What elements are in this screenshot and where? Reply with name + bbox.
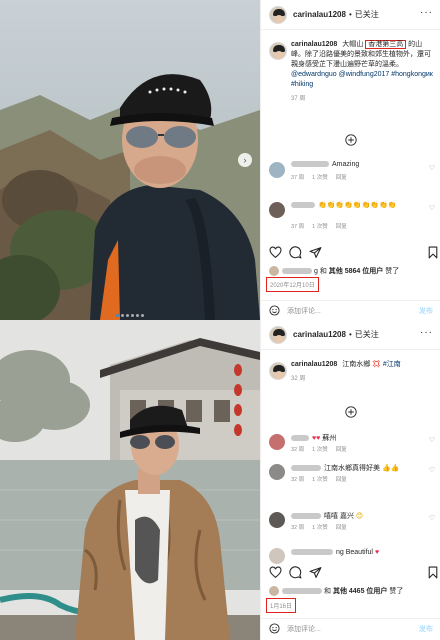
caption-text: 江南水鄉 [342, 361, 371, 368]
caption-mentions[interactable]: @edwardnguo @windfung2017 [291, 71, 389, 78]
caption-time: 32 周 [291, 376, 306, 382]
separator-dot: • [348, 10, 352, 19]
comment-meta: 32 周1 次赞 回复 [291, 477, 347, 483]
post-1-caption: carinalau1208 大帽山 香港第三高 的山峰。除了沿路優美的景致和郊生… [269, 40, 435, 104]
commenter-avatar[interactable] [269, 548, 285, 564]
carousel-dots [0, 314, 260, 317]
comment-text: 嘻嘻 嘉兴 😊 [291, 511, 363, 521]
commenter-avatar[interactable] [269, 434, 285, 450]
commenter-avatar[interactable] [269, 202, 285, 218]
like-comment-icon[interactable]: ♡ [429, 514, 435, 522]
add-comment-bar: 添加评论... 发布 [261, 618, 440, 638]
mountain-selfie-image [0, 0, 260, 320]
avatar[interactable] [269, 5, 287, 24]
comment-text: ♥♥ 蘇州 [291, 433, 336, 443]
caption-time: 37 周 [291, 96, 306, 102]
comment-meta: 37 周1 次赞 回复 [291, 224, 347, 230]
post-1-actions [269, 246, 440, 262]
comment-input[interactable]: 添加评论... [287, 624, 321, 634]
post-2: carinalau1208 • 已关注 ··· carinalau1208 江南… [0, 320, 440, 640]
more-options-icon[interactable]: ··· [420, 8, 433, 18]
post-1-header: carinalau1208 • 已关注 ··· [261, 0, 440, 30]
bookmark-icon[interactable] [427, 566, 439, 579]
next-image-button[interactable]: › [238, 153, 252, 167]
caption-avatar[interactable] [269, 42, 287, 60]
username[interactable]: carinalau1208 [293, 10, 346, 19]
comment-text: ng Beautiful ♥ [291, 549, 379, 556]
post-1-photo[interactable]: › [0, 0, 260, 320]
like-comment-icon[interactable]: ♡ [429, 164, 435, 172]
liker-avatar [269, 586, 279, 597]
comment-meta: 37 周1 次赞 回复 [291, 175, 347, 181]
post-2-sidebar: carinalau1208 • 已关注 ··· carinalau1208 江南… [260, 320, 440, 640]
caption-username[interactable]: carinalau1208 [291, 41, 337, 48]
like-comment-icon[interactable]: ♡ [429, 436, 435, 444]
commenter-avatar[interactable] [269, 512, 285, 528]
bookmark-icon[interactable] [427, 246, 439, 259]
comment-text: 江南水鄉真得好美 👍👍 [291, 463, 399, 473]
likes-count[interactable]: 和 其他 4465 位用户 赞了 [269, 586, 403, 597]
emoji-icon[interactable] [269, 623, 280, 634]
caption-username[interactable]: carinalau1208 [291, 361, 337, 368]
load-more-comments-icon[interactable] [345, 406, 357, 418]
likes-count[interactable]: g 和 其他 5864 位用户 赞了 [269, 266, 399, 277]
comment-icon[interactable] [289, 246, 302, 259]
comment-row: ♥♥ 蘇州 32 周1 次赞 回复 ♡ [269, 432, 440, 456]
post-comment-button[interactable]: 发布 [419, 306, 433, 316]
more-options-icon[interactable]: ··· [420, 328, 433, 338]
comment-meta: 32 周1 次赞 回复 [291, 447, 347, 453]
post-date: 1月16日 [266, 598, 297, 613]
comment-row: 嘻嘻 嘉兴 😊 32 周1 次赞 回复 ♡ [269, 510, 440, 534]
post-2-actions [269, 566, 440, 582]
comment-input[interactable]: 添加评论... [287, 306, 321, 316]
load-more-comments-icon[interactable] [345, 134, 357, 146]
add-comment-bar: 添加评论... 发布 [261, 300, 440, 320]
share-icon[interactable] [309, 566, 322, 579]
comment-row: 江南水鄉真得好美 👍👍 32 周1 次赞 回复 ♡ [269, 462, 440, 486]
caption-avatar[interactable] [269, 362, 287, 380]
caption-highlight: 香港第三高 [365, 40, 407, 49]
comment-text: 👏👏👏👏👏👏👏👏👏 [291, 201, 396, 209]
commenter-avatar[interactable] [269, 162, 285, 178]
post-date: 2020年12月10日 [266, 277, 319, 292]
post-1-sidebar: carinalau1208 • 已关注 ··· carinalau1208 大帽… [260, 0, 440, 320]
comment-row: 👏👏👏👏👏👏👏👏👏 37 周1 次赞 回复 ♡ [269, 200, 440, 230]
post-2-photo[interactable] [0, 320, 260, 640]
commenter-avatar[interactable] [269, 464, 285, 480]
post-comment-button[interactable]: 发布 [419, 624, 433, 634]
avatar[interactable] [269, 325, 287, 344]
comment-row: Amazing 37 周1 次赞 回复 ♡ [269, 160, 440, 184]
caption-text-a: 大帽山 [342, 41, 364, 48]
like-comment-icon[interactable]: ♡ [429, 466, 435, 474]
following-label[interactable]: 已关注 [355, 329, 379, 340]
water-town-portrait-image [0, 320, 260, 640]
heart-icon[interactable] [269, 566, 282, 579]
comment-meta: 32 周1 次赞 回复 [291, 525, 347, 531]
username[interactable]: carinalau1208 [293, 330, 346, 339]
share-icon[interactable] [309, 246, 322, 259]
liker-avatar [269, 266, 279, 277]
post-2-caption: carinalau1208 江南水鄉 💢 #江南 32 周 [269, 360, 435, 384]
emoji-icon[interactable] [269, 305, 280, 316]
separator-dot: • [348, 330, 352, 339]
following-label[interactable]: 已关注 [355, 9, 379, 20]
comment-text: Amazing [291, 161, 359, 168]
post-2-header: carinalau1208 • 已关注 ··· [261, 320, 440, 350]
caption-hashtags[interactable]: #江南 [383, 361, 401, 368]
post-1: › carinalau1208 • 已关注 ··· carinalau1208 … [0, 0, 440, 320]
heart-icon[interactable] [269, 246, 282, 259]
caption-emoji: 💢 [372, 361, 381, 368]
comment-icon[interactable] [289, 566, 302, 579]
like-comment-icon[interactable]: ♡ [429, 204, 435, 212]
